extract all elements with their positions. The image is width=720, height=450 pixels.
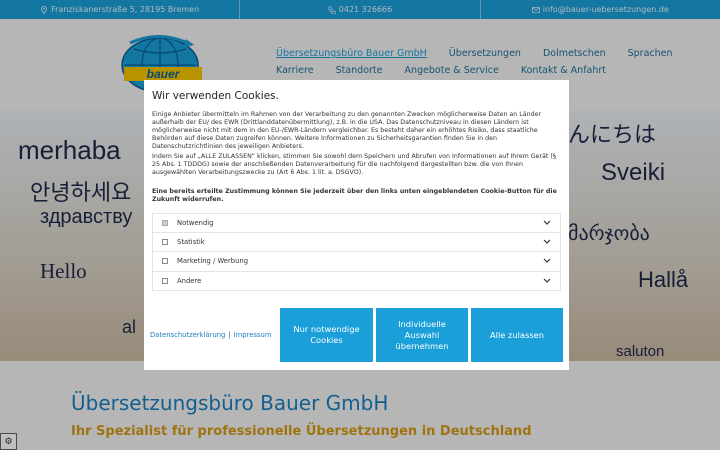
cookie-links: Datenschutzerklärung | Impressum: [150, 331, 272, 339]
category-checkbox[interactable]: [162, 238, 168, 245]
accept-necessary-button[interactable]: Nur notwendige Cookies: [280, 308, 373, 362]
category-statistik[interactable]: Statistik: [152, 232, 561, 252]
cookie-dialog-title: Wir verwenden Cookies.: [152, 90, 279, 102]
category-checkbox[interactable]: [162, 258, 168, 265]
accept-selection-button[interactable]: Individuelle Auswahl übernehmen: [376, 308, 468, 362]
privacy-policy-link[interactable]: Datenschutzerklärung: [150, 331, 225, 339]
chevron-down-icon[interactable]: [543, 220, 551, 226]
cookie-consent-dialog: Wir verwenden Cookies. Einige Anbieter ü…: [144, 80, 569, 370]
cookie-info-text: Einige Anbieter übermitteln im Rahmen vo…: [152, 111, 542, 150]
category-andere[interactable]: Andere: [152, 271, 561, 291]
category-label: Statistik: [177, 237, 205, 246]
category-checkbox[interactable]: [162, 277, 168, 284]
chevron-down-icon[interactable]: [543, 278, 551, 284]
cookie-revoke-text: Eine bereits erteilte Zustimmung können …: [152, 188, 557, 203]
category-label: Marketing / Werbung: [177, 257, 249, 266]
category-label: Andere: [177, 276, 202, 285]
chevron-down-icon[interactable]: [543, 258, 551, 264]
category-label: Notwendig: [177, 218, 214, 227]
imprint-link[interactable]: Impressum: [234, 331, 272, 339]
category-marketing[interactable]: Marketing / Werbung: [152, 252, 561, 272]
accept-all-button[interactable]: Alle zulassen: [471, 308, 563, 362]
chevron-down-icon[interactable]: [543, 239, 551, 245]
cookie-consent-text: Indem Sie auf „ALLE ZULASSEN“ klicken, s…: [152, 153, 556, 176]
cookie-categories: Notwendig Statistik Marketing / Werbung …: [152, 213, 561, 291]
category-notwendig[interactable]: Notwendig: [152, 213, 561, 233]
category-checkbox[interactable]: [162, 219, 168, 226]
